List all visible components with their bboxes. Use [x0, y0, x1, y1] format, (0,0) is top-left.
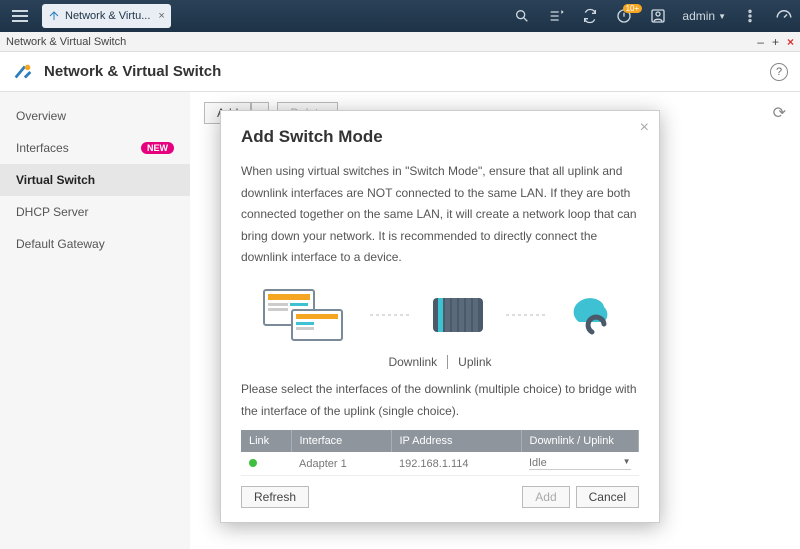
search-icon[interactable] [512, 6, 532, 26]
sidebar-item-gateway[interactable]: Default Gateway [0, 228, 190, 260]
username-menu[interactable]: admin▼ [682, 9, 726, 23]
notification-badge: 10+ [623, 4, 643, 13]
system-bar: Network & Virtu... × 10+ admin▼ [0, 0, 800, 32]
notifications-icon[interactable]: 10+ [614, 6, 634, 26]
col-interface: Interface [291, 430, 391, 452]
modal-instruction: Please select the interfaces of the down… [241, 379, 639, 422]
more-icon[interactable] [740, 6, 760, 26]
cell-ip: 192.168.1.114 [391, 452, 521, 476]
sidebar: Overview InterfacesNEW Virtual Switch DH… [0, 92, 190, 549]
modal-illustration [241, 285, 639, 345]
app-header: Network & Virtual Switch ? [0, 52, 800, 92]
refresh-icon[interactable]: ⟳ [773, 103, 786, 123]
interface-table: Link Interface IP Address Downlink / Upl… [241, 430, 639, 476]
sidebar-item-dhcp[interactable]: DHCP Server [0, 196, 190, 228]
help-icon[interactable]: ? [770, 63, 788, 81]
hamburger-icon[interactable] [6, 4, 34, 28]
chevron-down-icon[interactable]: ▼ [623, 457, 631, 469]
user-icon[interactable] [648, 6, 668, 26]
modal-title: Add Switch Mode [241, 127, 639, 147]
window-titlebar: Network & Virtual Switch – + × [0, 32, 800, 52]
table-row[interactable]: Adapter 1 192.168.1.114 Idle▼ [241, 452, 639, 476]
dashboard-icon[interactable] [774, 6, 794, 26]
modal-add-button[interactable]: Add [522, 486, 569, 508]
col-link: Link [241, 430, 291, 452]
close-tab-icon[interactable]: × [158, 10, 164, 22]
mode-select[interactable]: Idle [529, 457, 623, 469]
modal-intro: When using virtual switches in "Switch M… [241, 161, 639, 269]
minimize-icon[interactable]: – [757, 35, 764, 49]
sync-icon[interactable] [580, 6, 600, 26]
sidebar-item-overview[interactable]: Overview [0, 100, 190, 132]
col-downlink-uplink: Downlink / Uplink [521, 430, 639, 452]
app-tab[interactable]: Network & Virtu... × [42, 4, 171, 28]
app-logo-icon [12, 61, 34, 83]
new-badge: NEW [141, 142, 174, 154]
maximize-icon[interactable]: + [772, 35, 779, 49]
window-title: Network & Virtual Switch [6, 36, 126, 48]
tasks-icon[interactable] [546, 6, 566, 26]
downlink-uplink-labels: Downlink Uplink [241, 355, 639, 369]
close-window-icon[interactable]: × [787, 35, 794, 49]
sidebar-item-interfaces[interactable]: InterfacesNEW [0, 132, 190, 164]
page-title: Network & Virtual Switch [44, 63, 221, 80]
cell-interface: Adapter 1 [291, 452, 391, 476]
link-status-icon [249, 459, 257, 467]
modal-close-icon[interactable]: × [640, 119, 649, 137]
add-switch-modal: × Add Switch Mode When using virtual swi… [220, 110, 660, 523]
col-ip: IP Address [391, 430, 521, 452]
cancel-button[interactable]: Cancel [576, 486, 639, 508]
app-tab-title: Network & Virtu... [65, 10, 150, 22]
sidebar-item-virtual-switch[interactable]: Virtual Switch [0, 164, 190, 196]
refresh-button[interactable]: Refresh [241, 486, 309, 508]
